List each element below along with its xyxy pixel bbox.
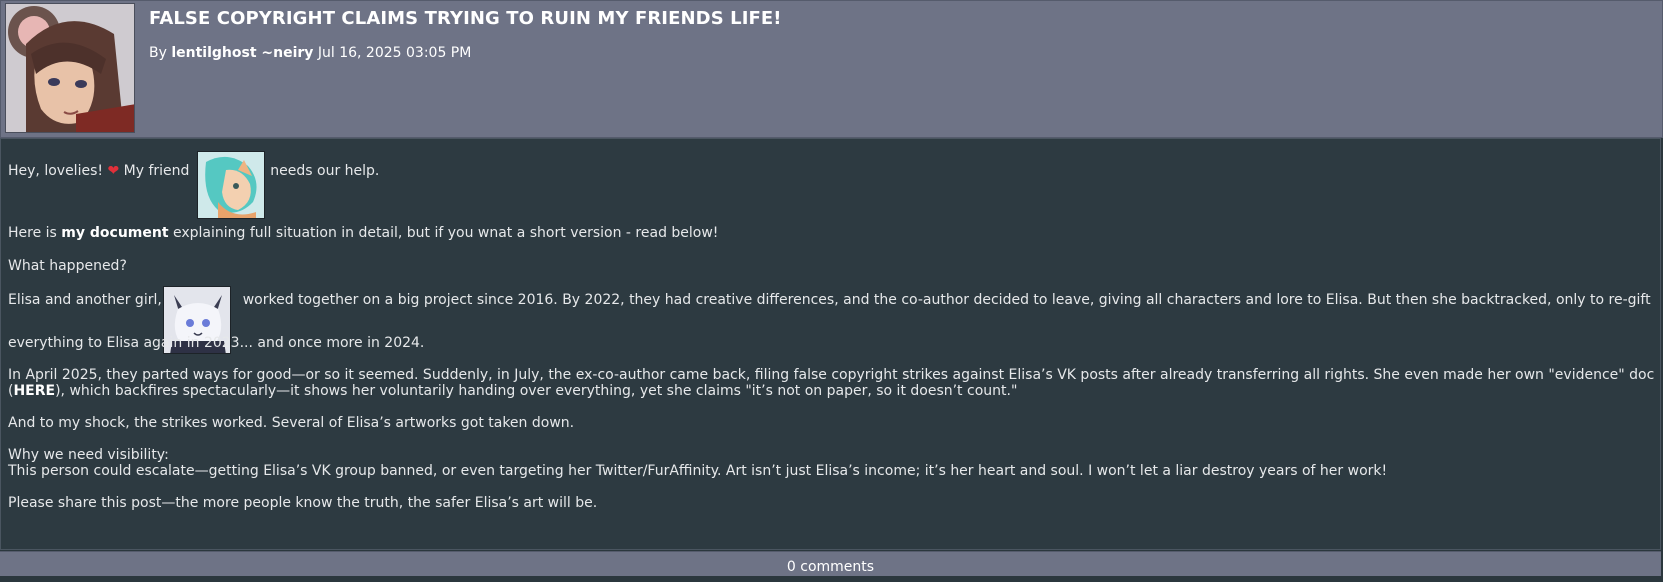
document-line: Here is my document explaining full situ…: [8, 225, 718, 241]
greeting-line: Hey, lovelies! ❤ My friend needs our hel…: [8, 163, 379, 179]
greeting-text-2: My friend: [123, 163, 190, 179]
author-avatar[interactable]: [5, 3, 135, 133]
heart-icon: ❤: [107, 163, 120, 179]
post-header: FALSE COPYRIGHT CLAIMS TRYING TO RUIN MY…: [0, 0, 1663, 138]
author-link[interactable]: lentilghost ~neiry: [171, 45, 313, 61]
p1-text-a: Elisa and another girl,: [8, 292, 162, 308]
paragraph-2-line-1: In April 2025, they parted ways for good…: [8, 367, 1655, 383]
doc-text-2: explaining full situation in detail, but…: [173, 225, 719, 241]
by-label: By: [149, 45, 167, 61]
greeting-text-3: needs our help.: [270, 163, 380, 179]
paragraph-3: And to my shock, the strikes worked. Sev…: [8, 415, 575, 431]
here-link[interactable]: HERE: [13, 383, 55, 399]
paragraph-5: Please share this post—the more people k…: [8, 495, 598, 511]
p2-text-b: ), which backfires spectacularly—it show…: [55, 383, 1018, 399]
comments-count[interactable]: 0 comments: [787, 559, 874, 575]
paragraph-4: This person could escalate—getting Elisa…: [8, 463, 1388, 479]
post-byline: By lentilghost ~neiry Jul 16, 2025 03:05…: [149, 45, 471, 61]
post-title: FALSE COPYRIGHT CLAIMS TRYING TO RUIN MY…: [149, 8, 782, 29]
friend-user-icon[interactable]: [197, 151, 265, 219]
document-link[interactable]: my document: [61, 225, 168, 241]
greeting-text: Hey, lovelies!: [8, 163, 103, 179]
post-date: Jul 16, 2025 03:05 PM: [317, 45, 472, 61]
paragraph-1-line-1: Elisa and another girl, worked together …: [8, 292, 1651, 308]
paragraph-1-line-2: everything to Elisa again in 2023... and…: [8, 335, 425, 351]
what-happened-heading: What happened?: [8, 258, 127, 274]
paragraph-2-line-2: (HERE), which backfires spectacularly—it…: [8, 383, 1017, 399]
comments-bar[interactable]: 0 comments: [0, 551, 1661, 576]
p1-text-b: worked together on a big project since 2…: [242, 292, 1651, 308]
post-body: Hey, lovelies! ❤ My friend needs our hel…: [0, 138, 1661, 550]
doc-text: Here is: [8, 225, 57, 241]
visibility-heading: Why we need visibility:: [8, 447, 169, 463]
